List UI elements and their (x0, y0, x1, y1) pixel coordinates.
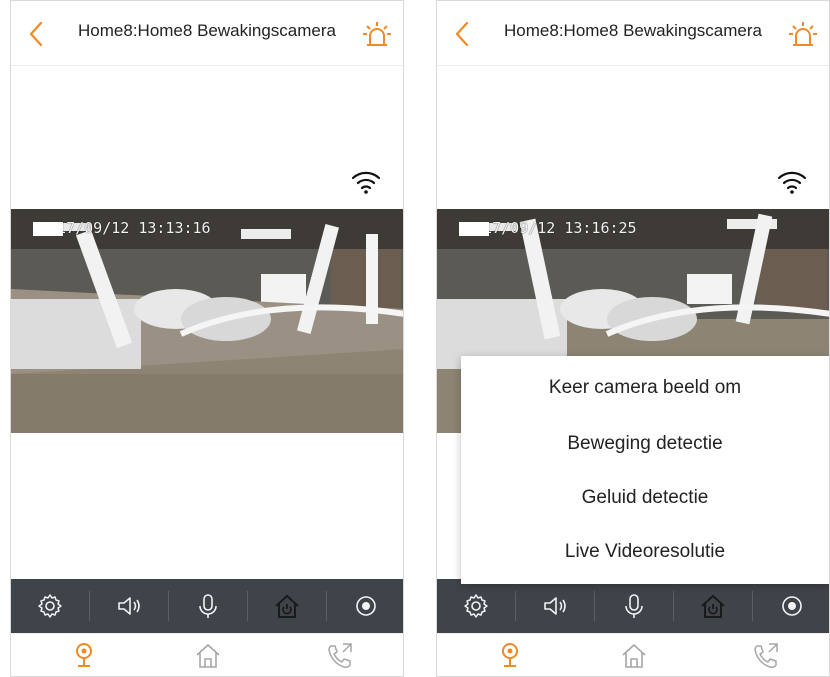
phone-screen-left: Home8:Home8 Bewakingscamera 2017/09/12 1… (10, 0, 404, 677)
camera-options-menu: Keer camera beeld om Beweging detectie G… (461, 356, 829, 584)
home-power-icon (701, 594, 725, 618)
back-arrow-icon[interactable] (451, 19, 473, 49)
control-toolbar (11, 579, 403, 633)
video-timestamp: 2017/09/12 13:13:16 (33, 219, 211, 237)
phone-tab-icon[interactable] (323, 640, 357, 672)
home-tab-icon[interactable] (191, 640, 225, 672)
home-mode-button[interactable] (248, 579, 326, 633)
speaker-icon (544, 597, 566, 615)
camera-live-view[interactable]: 2017/09/12 13:13:16 (11, 209, 403, 433)
settings-button[interactable] (11, 579, 89, 633)
bottom-tab-bar (11, 633, 403, 676)
camera-tab-icon[interactable] (67, 640, 101, 672)
sound-button[interactable] (516, 579, 594, 633)
speaker-icon (118, 597, 140, 615)
gear-icon (38, 594, 62, 618)
record-icon (782, 596, 802, 616)
microphone-icon (199, 594, 217, 618)
header: Home8:Home8 Bewakingscamera (437, 1, 829, 66)
home-tab-icon[interactable] (617, 640, 651, 672)
phone-screen-right: Home8:Home8 Bewakingscamera 2017/09/12 1… (436, 0, 830, 677)
camera-tab-icon[interactable] (493, 640, 527, 672)
home-mode-button[interactable] (674, 579, 752, 633)
video-timestamp: 2017/09/12 13:16:25 (459, 219, 637, 237)
alarm-siren-icon[interactable] (787, 19, 819, 49)
settings-button[interactable] (437, 579, 515, 633)
back-arrow-icon[interactable] (25, 19, 47, 49)
menu-item-video-resolution[interactable]: Live Videoresolutie (461, 524, 829, 580)
bottom-tab-bar (437, 633, 829, 676)
talk-button[interactable] (595, 579, 673, 633)
gear-icon (464, 594, 488, 618)
phone-tab-icon[interactable] (749, 640, 783, 672)
home-power-icon (275, 594, 299, 618)
sound-button[interactable] (90, 579, 168, 633)
record-button[interactable] (753, 579, 829, 633)
menu-item-flip-image[interactable]: Keer camera beeld om (461, 360, 829, 416)
page-title: Home8:Home8 Bewakingscamera (504, 21, 762, 40)
alarm-siren-icon[interactable] (361, 19, 393, 49)
microphone-icon (625, 594, 643, 618)
record-button[interactable] (327, 579, 403, 633)
menu-item-sound-detection[interactable]: Geluid detectie (461, 470, 829, 526)
page-title: Home8:Home8 Bewakingscamera (78, 21, 336, 40)
header: Home8:Home8 Bewakingscamera (11, 1, 403, 66)
control-toolbar (437, 579, 829, 633)
wifi-signal-icon (777, 171, 807, 194)
menu-item-motion-detection[interactable]: Beweging detectie (461, 416, 829, 472)
talk-button[interactable] (169, 579, 247, 633)
camera-feed-image (11, 209, 403, 433)
wifi-signal-icon (351, 171, 381, 194)
record-icon (356, 596, 376, 616)
